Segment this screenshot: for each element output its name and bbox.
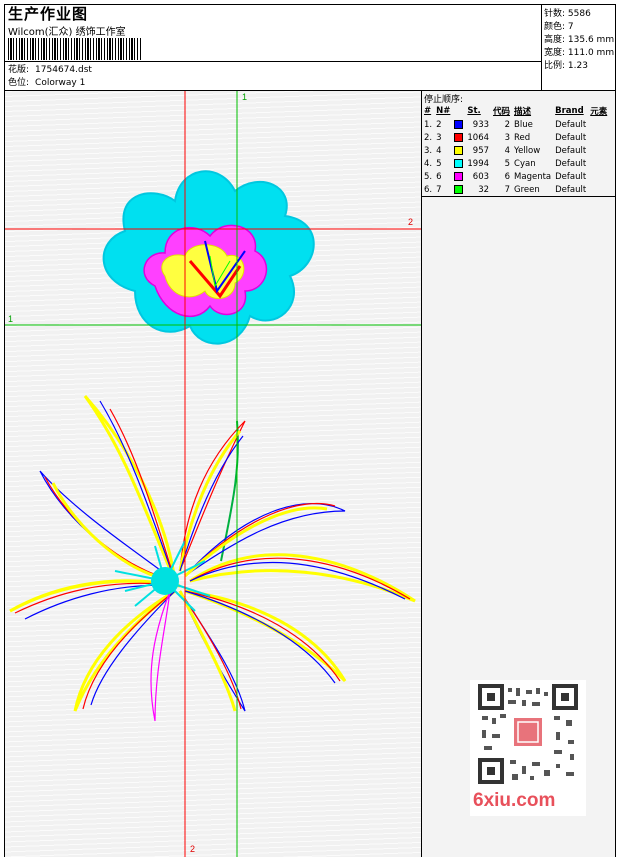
stat-scale: 比例: 1.23 bbox=[544, 61, 588, 71]
table-row[interactable]: 5. 6 603 6 Magenta Default bbox=[423, 170, 610, 183]
color-swatch bbox=[454, 119, 464, 129]
guide-label-red-bottom: 2 bbox=[190, 844, 196, 854]
guide-label-green-top: 1 bbox=[242, 92, 248, 102]
stat-height: 高度: 135.6 mm bbox=[544, 35, 615, 45]
table-row[interactable]: 1. 2 933 2 Blue Default bbox=[423, 118, 610, 131]
stat-colors: 颜色: 7 bbox=[544, 22, 574, 32]
table-row[interactable]: 2. 3 1064 3 Red Default bbox=[423, 131, 610, 144]
stat-width: 宽度: 111.0 mm bbox=[544, 48, 615, 58]
header: 生产作业图 Wilcom(汇众) 绣饰工作室 花版: 1754674.dst 色位… bbox=[5, 5, 615, 91]
embroidery-preview bbox=[5, 91, 421, 857]
design-label: 花版: bbox=[8, 65, 30, 75]
leaves bbox=[9, 395, 416, 722]
table-row[interactable]: 4. 5 1994 5 Cyan Default bbox=[423, 157, 610, 170]
stop-sequence-table: # N# St. 代码 描述 Brand 元素 1. 2 933 2 Blue Def… bbox=[423, 104, 610, 196]
colorway-row: 色位: Colorway 1 bbox=[8, 75, 85, 88]
colorway-label: 色位: bbox=[8, 78, 30, 88]
stats-panel: 针数: 5586 颜色: 7 高度: 135.6 mm 宽度: 111.0 mm… bbox=[542, 5, 615, 90]
studio-name: Wilcom(汇众) 绣饰工作室 bbox=[8, 27, 126, 38]
colorway-value: Colorway 1 bbox=[35, 78, 86, 88]
stat-stitches: 针数: 5586 bbox=[544, 9, 591, 19]
table-row[interactable]: 3. 4 957 4 Yellow Default bbox=[423, 144, 610, 157]
design-row: 花版: 1754674.dst bbox=[8, 62, 92, 75]
watermark-logo: 6xiu.com bbox=[473, 790, 556, 811]
guide-label-red-right: 2 bbox=[408, 217, 414, 227]
color-swatch bbox=[454, 132, 464, 142]
guide-label-green-left: 1 bbox=[8, 314, 14, 324]
table-row[interactable]: 6. 7 32 7 Green Default bbox=[423, 183, 610, 196]
design-value: 1754674.dst bbox=[35, 65, 92, 75]
color-swatch bbox=[454, 145, 464, 155]
flower-head bbox=[102, 170, 315, 345]
color-swatch bbox=[454, 184, 464, 194]
page-title: 生产作业图 bbox=[8, 5, 89, 23]
design-canvas[interactable]: 1 2 1 2 bbox=[5, 91, 422, 857]
color-swatch bbox=[454, 158, 464, 168]
table-header-row: # N# St. 代码 描述 Brand 元素 bbox=[424, 105, 608, 117]
qr-code-icon bbox=[478, 684, 578, 784]
color-swatch bbox=[454, 171, 464, 181]
barcode bbox=[8, 38, 142, 60]
header-info: 生产作业图 Wilcom(汇众) 绣饰工作室 花版: 1754674.dst 色位… bbox=[5, 5, 542, 90]
